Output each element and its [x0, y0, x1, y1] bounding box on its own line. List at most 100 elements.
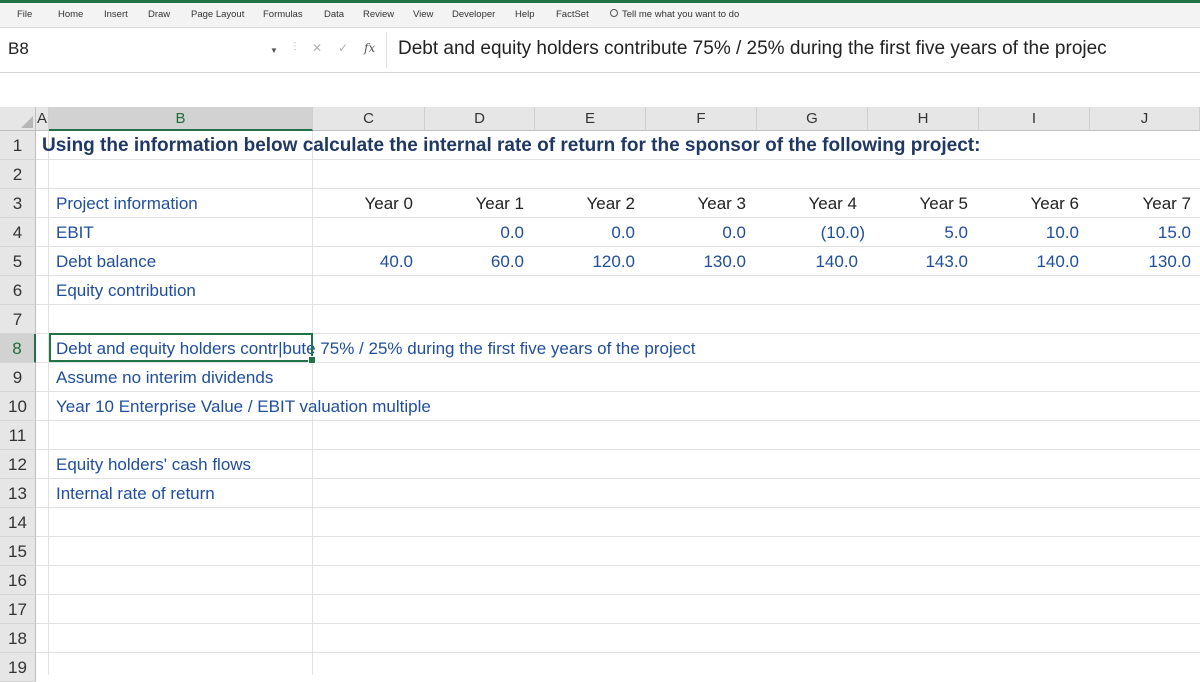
year-3-header[interactable]: Year 3 — [646, 189, 746, 218]
tab-review[interactable]: Review — [363, 9, 394, 20]
tab-home[interactable]: Home — [58, 9, 83, 20]
select-all-icon — [21, 116, 33, 128]
col-header-i[interactable]: I — [979, 107, 1090, 131]
tell-me-text: Tell me what you want to do — [622, 9, 740, 20]
tab-page-layout[interactable]: Page Layout — [191, 9, 244, 20]
row-header-9[interactable]: 9 — [0, 363, 36, 392]
tab-draw[interactable]: Draw — [148, 9, 170, 20]
debt-year-0[interactable]: 40.0 — [313, 247, 413, 276]
col-header-a[interactable]: A — [36, 107, 49, 131]
ebit-year-6[interactable]: 10.0 — [979, 218, 1079, 247]
label-equity-contribution[interactable]: Equity contribution — [56, 276, 196, 305]
row-header-16[interactable]: 16 — [0, 566, 36, 595]
enter-icon[interactable]: ✓ — [338, 41, 348, 55]
col-header-g[interactable]: G — [757, 107, 868, 131]
row-header-19[interactable]: 19 — [0, 653, 36, 682]
debt-year-4[interactable]: 140.0 — [757, 247, 858, 276]
ribbon-gap — [0, 73, 1200, 107]
row-header-17[interactable]: 17 — [0, 595, 36, 624]
row-header-5[interactable]: 5 — [0, 247, 36, 276]
col-header-c[interactable]: C — [313, 107, 425, 131]
tab-formulas[interactable]: Formulas — [263, 9, 303, 20]
year-2-header[interactable]: Year 2 — [535, 189, 635, 218]
ebit-year-5[interactable]: 5.0 — [868, 218, 968, 247]
row-header-6[interactable]: 6 — [0, 276, 36, 305]
col-header-j[interactable]: J — [1090, 107, 1200, 131]
search-icon — [610, 9, 618, 17]
active-cell-border — [49, 333, 313, 362]
tab-insert[interactable]: Insert — [104, 9, 128, 20]
label-project-information[interactable]: Project information — [56, 189, 198, 218]
row-header-2[interactable]: 2 — [0, 160, 36, 189]
worksheet-grid[interactable]: A B C D E F G H I J 1 2 3 4 5 6 7 8 9 10… — [0, 107, 1200, 682]
tab-data[interactable]: Data — [324, 9, 344, 20]
gridline — [36, 594, 1200, 595]
ribbon-tabs: File Home Insert Draw Page Layout Formul… — [0, 3, 1200, 28]
col-header-b[interactable]: B — [49, 107, 313, 131]
col-header-f[interactable]: F — [646, 107, 757, 131]
row-header-3[interactable]: 3 — [0, 189, 36, 218]
gridline — [36, 304, 1200, 305]
label-equity-cash-flows[interactable]: Equity holders' cash flows — [56, 450, 251, 479]
label-ebit[interactable]: EBIT — [56, 218, 94, 247]
tab-developer[interactable]: Developer — [452, 9, 495, 20]
sheet-title[interactable]: Using the information below calculate th… — [42, 131, 980, 160]
tab-file[interactable]: File — [17, 9, 32, 20]
year-1-header[interactable]: Year 1 — [425, 189, 524, 218]
row-header-11[interactable]: 11 — [0, 421, 36, 450]
debt-year-3[interactable]: 130.0 — [646, 247, 746, 276]
year-5-header[interactable]: Year 5 — [868, 189, 968, 218]
formula-content[interactable]: Debt and equity holders contribute 75% /… — [398, 38, 1107, 60]
label-irr[interactable]: Internal rate of return — [56, 479, 215, 508]
tab-factset[interactable]: FactSet — [556, 9, 589, 20]
col-header-e[interactable]: E — [535, 107, 646, 131]
row-header-10[interactable]: 10 — [0, 392, 36, 421]
debt-year-2[interactable]: 120.0 — [535, 247, 635, 276]
tab-help[interactable]: Help — [515, 9, 535, 20]
drag-handle-icon[interactable]: ⋮ — [290, 41, 300, 52]
name-box[interactable]: B8 ▼ — [0, 28, 290, 72]
year-0-header[interactable]: Year 0 — [313, 189, 413, 218]
note-valuation-multiple[interactable]: Year 10 Enterprise Value / EBIT valuatio… — [56, 392, 431, 421]
row-header-7[interactable]: 7 — [0, 305, 36, 334]
debt-year-7[interactable]: 130.0 — [1090, 247, 1191, 276]
row-header-4[interactable]: 4 — [0, 218, 36, 247]
note-no-dividends[interactable]: Assume no interim dividends — [56, 363, 273, 392]
year-6-header[interactable]: Year 6 — [979, 189, 1079, 218]
col-header-d[interactable]: D — [425, 107, 535, 131]
row-header-8[interactable]: 8 — [0, 334, 36, 363]
row-header-12[interactable]: 12 — [0, 450, 36, 479]
name-box-value: B8 — [8, 39, 29, 58]
col-header-h[interactable]: H — [868, 107, 979, 131]
debt-year-6[interactable]: 140.0 — [979, 247, 1079, 276]
gridline — [48, 131, 49, 675]
ebit-year-4[interactable]: (10.0) — [757, 218, 865, 247]
row-header-14[interactable]: 14 — [0, 508, 36, 537]
ebit-year-1[interactable]: 0.0 — [425, 218, 524, 247]
formula-bar-divider — [386, 32, 387, 68]
chevron-down-icon[interactable]: ▼ — [270, 46, 278, 55]
year-4-header[interactable]: Year 4 — [757, 189, 857, 218]
row-header-15[interactable]: 15 — [0, 537, 36, 566]
ebit-year-3[interactable]: 0.0 — [646, 218, 746, 247]
select-all-corner[interactable] — [0, 107, 36, 131]
row-header-1[interactable]: 1 — [0, 131, 36, 160]
debt-year-1[interactable]: 60.0 — [425, 247, 524, 276]
row-header-13[interactable]: 13 — [0, 479, 36, 508]
insert-function-icon[interactable]: fx — [364, 41, 375, 55]
fill-handle[interactable] — [308, 356, 316, 364]
year-7-header[interactable]: Year 7 — [1090, 189, 1191, 218]
gridline — [36, 536, 1200, 537]
ebit-year-0[interactable] — [313, 218, 413, 247]
formula-bar: B8 ▼ ⋮ ✕ ✓ fx Debt and equity holders co… — [0, 28, 1200, 73]
tell-me-search[interactable]: Tell me what you want to do — [610, 9, 739, 20]
cancel-icon[interactable]: ✕ — [312, 41, 322, 55]
ebit-year-7[interactable]: 15.0 — [1090, 218, 1191, 247]
label-debt-balance[interactable]: Debt balance — [56, 247, 156, 276]
debt-year-5[interactable]: 143.0 — [868, 247, 968, 276]
ebit-year-2[interactable]: 0.0 — [535, 218, 635, 247]
row-header-18[interactable]: 18 — [0, 624, 36, 653]
tab-view[interactable]: View — [413, 9, 433, 20]
gridline — [36, 623, 1200, 624]
gridline — [36, 565, 1200, 566]
